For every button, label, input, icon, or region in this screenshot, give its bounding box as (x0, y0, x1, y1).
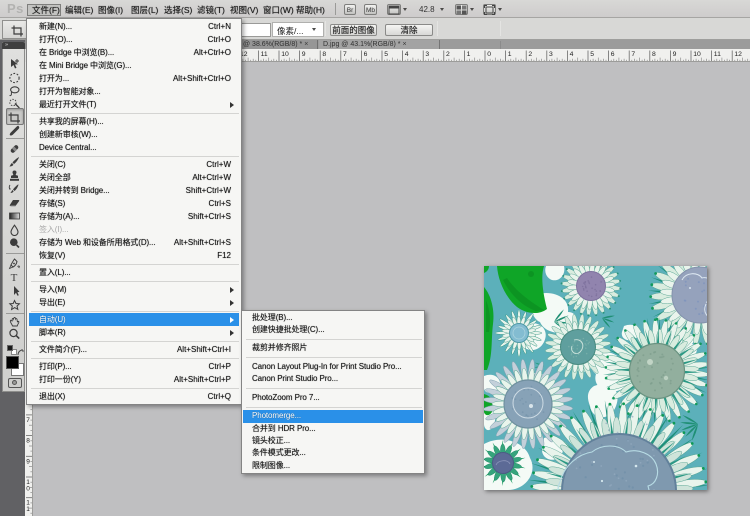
svg-text:7: 7 (26, 417, 30, 424)
svg-text:6: 6 (611, 51, 615, 58)
svg-text:9: 9 (26, 458, 30, 465)
svg-text:0: 0 (26, 486, 30, 493)
svg-text:5: 5 (384, 51, 388, 58)
svg-text:9: 9 (673, 51, 677, 58)
svg-text:6: 6 (364, 51, 368, 58)
svg-text:5: 5 (590, 51, 594, 58)
svg-text:3: 3 (549, 51, 553, 58)
svg-text:1: 1 (26, 506, 30, 513)
svg-text:8: 8 (26, 438, 30, 445)
svg-text:12: 12 (734, 51, 742, 58)
svg-text:8: 8 (652, 51, 656, 58)
svg-text:11: 11 (261, 51, 268, 58)
svg-text:1: 1 (508, 51, 512, 58)
svg-text:2: 2 (528, 51, 532, 58)
svg-text:10: 10 (281, 51, 289, 58)
svg-text:11: 11 (714, 51, 721, 58)
svg-text:8: 8 (322, 51, 326, 58)
svg-text:7: 7 (631, 51, 635, 58)
svg-text:2: 2 (446, 51, 450, 58)
svg-text:9: 9 (302, 51, 306, 58)
svg-text:4: 4 (570, 51, 574, 58)
svg-text:T: T (11, 272, 18, 283)
svg-text:3: 3 (425, 51, 429, 58)
svg-text:4: 4 (405, 51, 409, 58)
svg-text:1: 1 (467, 51, 471, 58)
svg-text:0: 0 (487, 51, 491, 58)
svg-text:7: 7 (343, 51, 347, 58)
svg-text:10: 10 (693, 51, 701, 58)
